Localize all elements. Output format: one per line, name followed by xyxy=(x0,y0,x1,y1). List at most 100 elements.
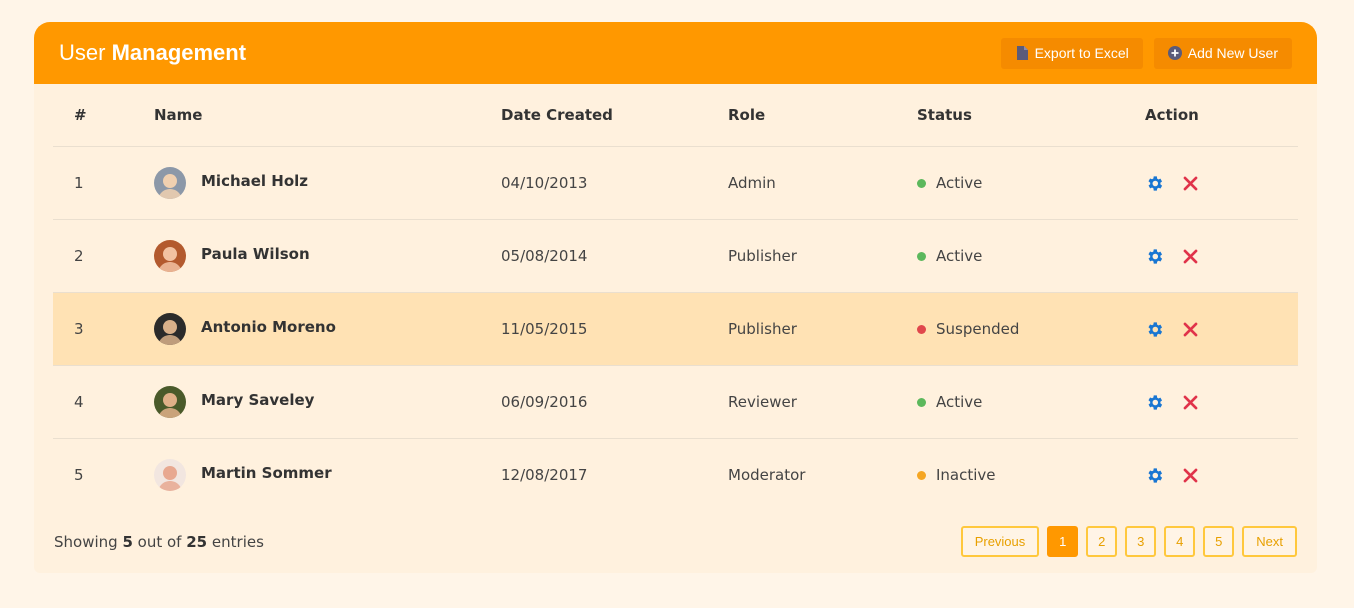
col-header-status[interactable]: Status xyxy=(917,84,1145,147)
status-cell: Suspended xyxy=(917,292,1145,366)
role: Admin xyxy=(728,146,917,220)
role: Reviewer xyxy=(728,365,917,439)
status-cell: Active xyxy=(917,146,1145,220)
close-icon[interactable] xyxy=(1181,174,1200,193)
date-created: 06/09/2016 xyxy=(501,365,728,439)
title-part-2: Management xyxy=(111,40,247,65)
col-header-date[interactable]: Date Created xyxy=(501,84,728,147)
add-new-user-button[interactable]: Add New User xyxy=(1153,37,1292,69)
table-header-row: # Name Date Created Role Status Action xyxy=(53,84,1298,147)
action-cell xyxy=(1145,439,1298,512)
gear-icon[interactable] xyxy=(1145,466,1164,485)
table-row[interactable]: 4 Mary Saveley 06/09/2016 Reviewer Activ… xyxy=(53,365,1298,439)
row-number: 4 xyxy=(53,365,154,439)
page-title: User Management xyxy=(59,40,246,66)
page-button-4[interactable]: 4 xyxy=(1164,526,1196,557)
status-badge: Active xyxy=(936,247,983,265)
status-dot xyxy=(917,324,926,334)
pagination: Previous 1 2 3 4 5 Next xyxy=(960,526,1297,557)
page-button-3[interactable]: 3 xyxy=(1125,526,1157,557)
col-header-name[interactable]: Name xyxy=(154,84,501,147)
gear-icon[interactable] xyxy=(1145,247,1164,266)
gear-icon[interactable] xyxy=(1145,393,1164,412)
avatar[interactable] xyxy=(154,167,186,199)
status-cell: Active xyxy=(917,365,1145,439)
status-badge: Inactive xyxy=(936,466,996,484)
users-table-wrap: # Name Date Created Role Status Action 1… xyxy=(53,84,1298,511)
table-body: 1 Michael Holz 04/10/2013 Admin Active 2… xyxy=(53,146,1298,512)
date-created: 12/08/2017 xyxy=(501,466,588,484)
name-cell: Mary Saveley xyxy=(154,365,501,439)
status-dot xyxy=(917,470,926,480)
user-name[interactable]: Mary Saveley xyxy=(201,391,314,409)
action-cell xyxy=(1145,219,1298,293)
status-cell: Active xyxy=(917,219,1145,293)
table-row[interactable]: 1 Michael Holz 04/10/2013 Admin Active xyxy=(53,146,1298,220)
page-button-2[interactable]: 2 xyxy=(1086,526,1118,557)
table-row[interactable]: 3 Antonio Moreno 11/05/2015 Publisher Su… xyxy=(53,292,1298,366)
out-of-label: out of xyxy=(137,532,182,551)
user-name[interactable]: Paula Wilson xyxy=(201,245,310,263)
role: Moderator xyxy=(728,466,806,484)
file-icon xyxy=(1015,46,1029,60)
status-badge: Suspended xyxy=(936,320,1020,338)
date-created: 04/10/2013 xyxy=(501,146,728,220)
name-cell: Martin Sommer xyxy=(154,439,501,512)
user-name[interactable]: Michael Holz xyxy=(201,172,308,190)
entries-label: entries xyxy=(211,532,264,551)
avatar[interactable] xyxy=(154,313,186,345)
status-cell: Inactive xyxy=(917,439,1145,512)
col-header-role[interactable]: Role xyxy=(728,84,917,147)
next-page-button[interactable]: Next xyxy=(1242,526,1297,557)
gear-icon[interactable] xyxy=(1145,320,1164,339)
plus-circle-icon xyxy=(1167,46,1182,60)
name-cell: Paula Wilson xyxy=(154,219,501,293)
add-user-label: Add New User xyxy=(1187,45,1278,61)
showing-label: Showing xyxy=(54,532,118,551)
gear-icon[interactable] xyxy=(1145,174,1164,193)
shown-count: 5 xyxy=(122,532,133,551)
user-name[interactable]: Martin Sommer xyxy=(201,464,332,482)
status-dot xyxy=(917,397,926,407)
previous-page-button[interactable]: Previous xyxy=(960,526,1040,557)
status-dot xyxy=(917,251,926,261)
export-to-excel-button[interactable]: Export to Excel xyxy=(1000,37,1143,69)
user-name[interactable]: Antonio Moreno xyxy=(201,318,336,336)
avatar[interactable] xyxy=(154,459,186,491)
total-count: 25 xyxy=(186,532,208,551)
close-icon[interactable] xyxy=(1181,247,1200,266)
date-created: 11/05/2015 xyxy=(501,292,728,366)
table-row[interactable]: 2 Paula Wilson 05/08/2014 Publisher Acti… xyxy=(53,219,1298,293)
name-cell: Michael Holz xyxy=(154,146,501,220)
title-part-1: User xyxy=(59,40,106,65)
col-header-num[interactable]: # xyxy=(53,84,154,147)
role: Publisher xyxy=(728,292,917,366)
entries-summary: Showing 5 out of 25 entries xyxy=(54,533,264,551)
row-number: 1 xyxy=(53,146,154,220)
action-cell xyxy=(1145,292,1298,366)
users-table: # Name Date Created Role Status Action 1… xyxy=(53,84,1298,511)
action-cell xyxy=(1145,365,1298,439)
avatar[interactable] xyxy=(154,386,186,418)
col-header-action: Action xyxy=(1145,84,1298,147)
status-dot xyxy=(917,178,926,188)
status-badge: Active xyxy=(936,174,983,192)
card-header: User Management Export to Excel Add New … xyxy=(34,22,1317,84)
header-actions: Export to Excel Add New User xyxy=(1000,37,1292,69)
table-footer: Showing 5 out of 25 entries Previous 1 2… xyxy=(54,526,1297,557)
status-badge: Active xyxy=(936,393,983,411)
row-number: 5 xyxy=(74,466,84,484)
avatar[interactable] xyxy=(154,240,186,272)
date-created: 05/08/2014 xyxy=(501,219,728,293)
row-number: 3 xyxy=(53,292,154,366)
role: Publisher xyxy=(728,219,917,293)
table-row[interactable]: 5 Martin Sommer 12/08/2017 Moderator Ina… xyxy=(53,439,1298,512)
page-button-1[interactable]: 1 xyxy=(1047,526,1079,557)
page-button-5[interactable]: 5 xyxy=(1203,526,1235,557)
close-icon[interactable] xyxy=(1181,466,1200,485)
close-icon[interactable] xyxy=(1181,393,1200,412)
close-icon[interactable] xyxy=(1181,320,1200,339)
row-number: 2 xyxy=(53,219,154,293)
user-management-card: User Management Export to Excel Add New … xyxy=(34,22,1317,573)
name-cell: Antonio Moreno xyxy=(154,292,501,366)
